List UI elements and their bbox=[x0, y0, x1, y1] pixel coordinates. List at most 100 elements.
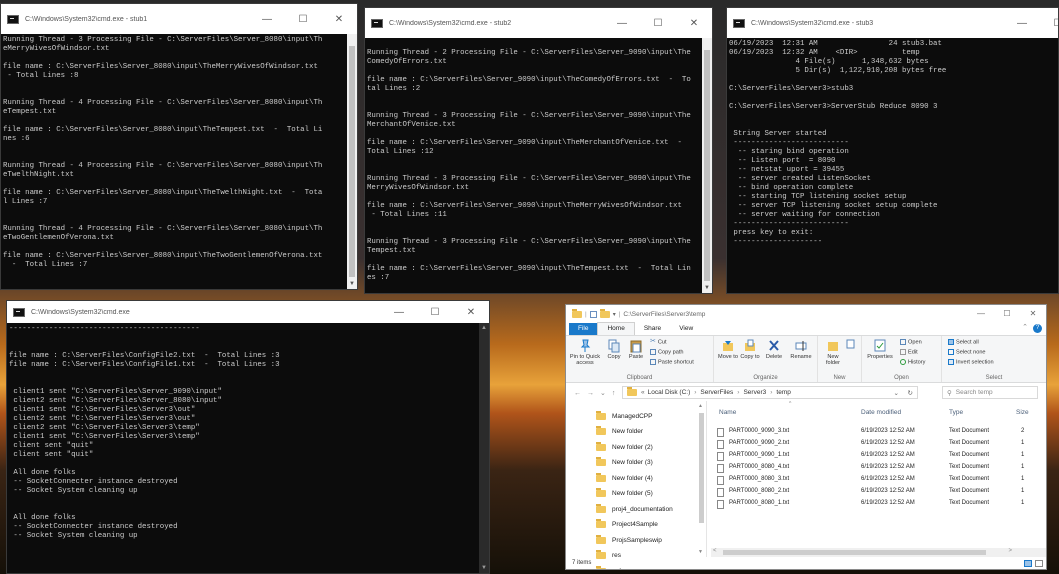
file-row[interactable]: PART0000_9090_2.txt 6/19/2023 12:52 AM Tex… bbox=[711, 438, 1046, 450]
breadcrumb-temp[interactable]: temp bbox=[776, 389, 790, 396]
ribbon-collapse-icon[interactable]: ⌃ bbox=[1022, 323, 1028, 331]
close-button[interactable]: ✕ bbox=[676, 8, 712, 38]
paste-button[interactable]: Paste bbox=[626, 339, 646, 360]
copy-path-button[interactable]: Copy path bbox=[650, 349, 684, 355]
explorer-title-bar[interactable]: | ▾ | C:\ServerFiles\Server3\temp — ☐ ✕ bbox=[566, 305, 1046, 323]
details-view-icon[interactable] bbox=[1024, 559, 1032, 567]
column-header-size[interactable]: Size bbox=[1016, 409, 1029, 416]
close-button[interactable]: ✕ bbox=[1020, 305, 1046, 323]
move-to-button[interactable]: Move to bbox=[718, 339, 738, 360]
nav-item[interactable]: New folder (3) bbox=[596, 456, 653, 470]
column-header-type[interactable]: Type bbox=[949, 409, 963, 416]
nav-item[interactable]: ManagedCPP bbox=[596, 409, 652, 423]
minimize-button[interactable]: — bbox=[381, 301, 417, 323]
search-box[interactable]: ⚲ Search temp bbox=[942, 386, 1038, 399]
minimize-button[interactable]: — bbox=[604, 8, 640, 38]
scroll-up-arrow[interactable]: ▲ bbox=[479, 323, 489, 333]
file-row[interactable]: PART0000_9090_3.txt 6/19/2023 12:52 AM Tex… bbox=[711, 426, 1046, 438]
navigation-arrows[interactable]: ←→⌄↑ bbox=[574, 389, 621, 397]
scroll-down-arrow[interactable]: ▼ bbox=[479, 563, 489, 573]
new-item-button[interactable] bbox=[846, 339, 856, 351]
nav-item[interactable]: Project4Sample bbox=[596, 518, 658, 532]
minimize-button[interactable]: — bbox=[249, 4, 285, 34]
breadcrumb-server3[interactable]: Server3 bbox=[743, 389, 766, 396]
scroll-down-arrow[interactable]: ▼ bbox=[347, 279, 357, 289]
save-icon[interactable] bbox=[589, 310, 597, 318]
copy-to-button[interactable]: Copy to bbox=[740, 339, 760, 360]
minimize-button[interactable]: — bbox=[1004, 8, 1040, 38]
minimize-button[interactable]: — bbox=[968, 305, 994, 323]
select-all-button[interactable]: Select all bbox=[948, 339, 979, 345]
nav-item[interactable]: New folder (5) bbox=[596, 487, 653, 501]
column-header-date[interactable]: Date modified bbox=[861, 409, 901, 416]
file-row[interactable]: PART0000_9090_1.txt 6/19/2023 12:52 AM Tex… bbox=[711, 450, 1046, 462]
console-window-stub2[interactable]: C:\Windows\System32\cmd.exe - stub2 — ☐ … bbox=[364, 7, 713, 294]
scroll-thumb[interactable] bbox=[704, 50, 710, 281]
hscroll-left-arrow[interactable]: < bbox=[713, 548, 717, 554]
title-bar[interactable]: C:\Windows\System32\cmd.exe — ☐ ✕ bbox=[7, 301, 489, 323]
cut-button[interactable]: ✂ Cut bbox=[650, 338, 667, 345]
navigation-pane[interactable]: ManagedCPP New folder New folder (2) New fo… bbox=[566, 401, 707, 569]
file-list[interactable]: ^ Name Date modified Type Size PART0000_… bbox=[711, 401, 1046, 557]
large-icons-view-icon[interactable] bbox=[1035, 559, 1043, 567]
refresh-icon[interactable]: ↻ bbox=[908, 389, 913, 397]
paste-shortcut-button[interactable]: Paste shortcut bbox=[650, 359, 694, 365]
select-none-button[interactable]: Select none bbox=[948, 349, 986, 355]
title-bar[interactable]: C:\Windows\System32\cmd.exe - stub3 — ☐ bbox=[727, 8, 1058, 38]
nav-scroll-down-arrow[interactable]: ▼ bbox=[698, 549, 703, 555]
horizontal-scrollbar[interactable]: < > bbox=[711, 548, 1046, 557]
file-row[interactable]: PART0000_8080_2.txt 6/19/2023 12:52 AM Tex… bbox=[711, 486, 1046, 498]
rename-button[interactable]: Rename bbox=[788, 339, 814, 360]
console-window-controller[interactable]: C:\Windows\System32\cmd.exe — ☐ ✕ ------… bbox=[6, 300, 490, 574]
file-row[interactable]: PART0000_8080_1.txt 6/19/2023 12:52 AM Tex… bbox=[711, 498, 1046, 510]
console-window-stub1[interactable]: C:\Windows\System32\cmd.exe - stub1 — ☐ … bbox=[0, 3, 358, 290]
nav-scroll-thumb[interactable] bbox=[699, 413, 704, 523]
nav-item[interactable]: ProjsSampleswip bbox=[596, 533, 662, 547]
edit-button[interactable]: Edit bbox=[900, 349, 918, 355]
nav-item[interactable]: proj4_documentation bbox=[596, 502, 673, 516]
file-explorer-window[interactable]: | ▾ | C:\ServerFiles\Server3\temp — ☐ ✕ … bbox=[565, 304, 1047, 570]
scrollbar[interactable]: ▲ ▼ bbox=[479, 323, 489, 573]
new-folder-button[interactable]: New folder bbox=[822, 339, 844, 366]
copy-button[interactable]: Copy bbox=[604, 339, 624, 360]
hscroll-right-arrow[interactable]: > bbox=[1008, 548, 1012, 554]
column-header-name[interactable]: Name bbox=[719, 409, 736, 416]
delete-button[interactable]: Delete bbox=[762, 339, 786, 360]
tab-home[interactable]: Home bbox=[597, 322, 635, 335]
breadcrumb-serverfiles[interactable]: ServerFiles bbox=[700, 389, 733, 396]
help-icon[interactable]: ? bbox=[1033, 324, 1042, 333]
maximize-button[interactable]: ☐ bbox=[285, 4, 321, 34]
new-folder-icon[interactable] bbox=[599, 308, 610, 318]
breadcrumb-local-disk[interactable]: Local Disk (C:) bbox=[648, 389, 691, 396]
scroll-thumb[interactable] bbox=[349, 46, 355, 277]
invert-selection-button[interactable]: Invert selection bbox=[948, 359, 994, 365]
close-button[interactable]: ✕ bbox=[453, 301, 489, 323]
nav-item[interactable]: New folder (4) bbox=[596, 471, 653, 485]
title-bar[interactable]: C:\Windows\System32\cmd.exe - stub1 — ☐ … bbox=[1, 4, 357, 34]
maximize-button[interactable]: ☐ bbox=[1040, 8, 1058, 38]
scrollbar[interactable]: ▼ bbox=[347, 34, 357, 289]
open-button[interactable]: Open bbox=[900, 339, 922, 345]
tab-share[interactable]: Share bbox=[635, 323, 670, 335]
quick-access-dropdown-icon[interactable]: ▾ bbox=[613, 311, 616, 318]
console-window-stub3[interactable]: C:\Windows\System32\cmd.exe - stub3 — ☐ … bbox=[726, 7, 1059, 294]
address-bar[interactable]: « Local Disk (C:) › ServerFiles › Server… bbox=[622, 386, 918, 399]
tab-file[interactable]: File bbox=[569, 323, 598, 335]
nav-item[interactable]: New folder bbox=[596, 425, 643, 439]
maximize-button[interactable]: ☐ bbox=[640, 8, 676, 38]
scrollbar[interactable]: ▼ bbox=[702, 38, 712, 293]
close-button[interactable]: ✕ bbox=[321, 4, 357, 34]
address-dropdown-icon[interactable]: ⌄ bbox=[894, 389, 899, 397]
nav-scroll-up-arrow[interactable]: ▲ bbox=[698, 403, 703, 409]
maximize-button[interactable]: ☐ bbox=[417, 301, 453, 323]
maximize-button[interactable]: ☐ bbox=[994, 305, 1020, 323]
tab-view[interactable]: View bbox=[670, 323, 702, 335]
properties-button[interactable]: Properties bbox=[864, 339, 896, 360]
nav-item[interactable]: New folder (2) bbox=[596, 440, 653, 454]
pin-quick-access-button[interactable]: Pin to Quick access bbox=[568, 339, 602, 366]
file-row[interactable]: PART0000_8080_3.txt 6/19/2023 12:52 AM Tex… bbox=[711, 474, 1046, 486]
hscroll-thumb[interactable] bbox=[723, 550, 986, 555]
history-button[interactable]: History bbox=[900, 359, 925, 365]
scroll-down-arrow[interactable]: ▼ bbox=[702, 283, 712, 293]
file-row[interactable]: PART0000_8080_4.txt 6/19/2023 12:52 AM Tex… bbox=[711, 462, 1046, 474]
